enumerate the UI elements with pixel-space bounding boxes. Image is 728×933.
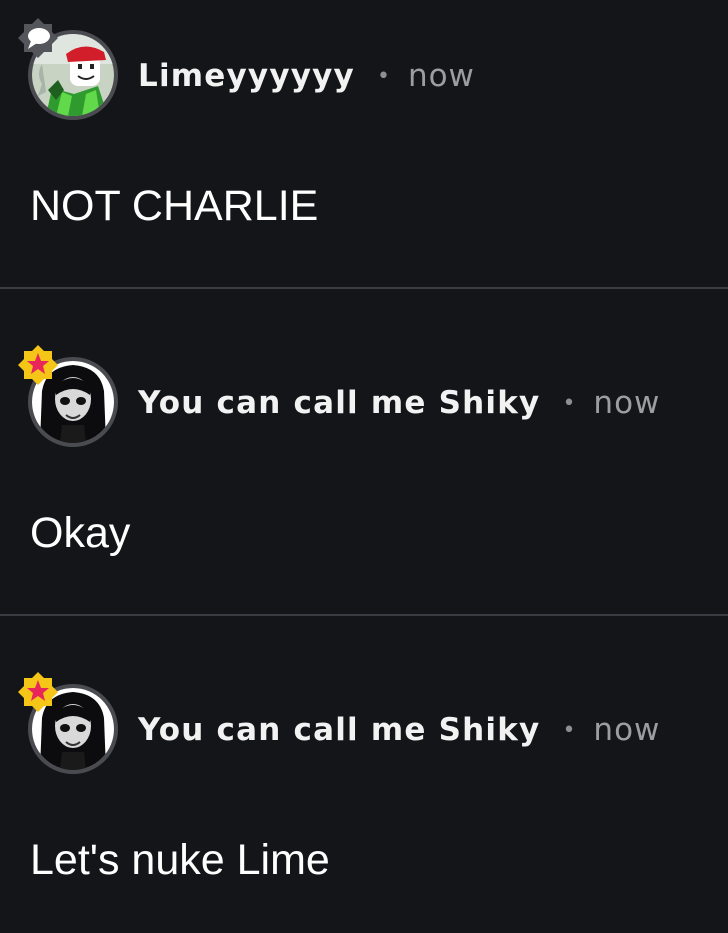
author-name[interactable]: You can call me Shiky [138, 712, 540, 748]
author-name[interactable]: Limeyyyyyy [138, 58, 355, 94]
star-badge-icon [18, 672, 58, 712]
avatar-container[interactable] [18, 18, 118, 120]
timestamp: now [407, 58, 475, 94]
message-text: NOT CHARLIE [30, 182, 319, 230]
message-item[interactable]: You can call me Shiky • now Let's nuke L… [0, 616, 728, 933]
message-header: Limeyyyyyy • now [138, 54, 475, 98]
star-badge-icon [18, 345, 58, 385]
message-text: Let's nuke Lime [30, 836, 330, 884]
timestamp: now [593, 712, 661, 748]
separator-dot: • [376, 63, 390, 89]
avatar-container[interactable] [18, 672, 118, 774]
separator-dot: • [562, 390, 576, 416]
message-header: You can call me Shiky • now [138, 708, 660, 752]
timestamp: now [593, 385, 661, 421]
message-item[interactable]: Limeyyyyyy • now NOT CHARLIE [0, 0, 728, 288]
speech-bubble-badge-icon [18, 18, 58, 58]
message-text: Okay [30, 509, 131, 557]
message-header: You can call me Shiky • now [138, 381, 660, 425]
author-name[interactable]: You can call me Shiky [138, 385, 540, 421]
separator-dot: • [562, 717, 576, 743]
message-item[interactable]: You can call me Shiky • now Okay [0, 289, 728, 615]
message-feed: Limeyyyyyy • now NOT CHARLIE You can cal… [0, 0, 728, 933]
avatar-container[interactable] [18, 345, 118, 447]
